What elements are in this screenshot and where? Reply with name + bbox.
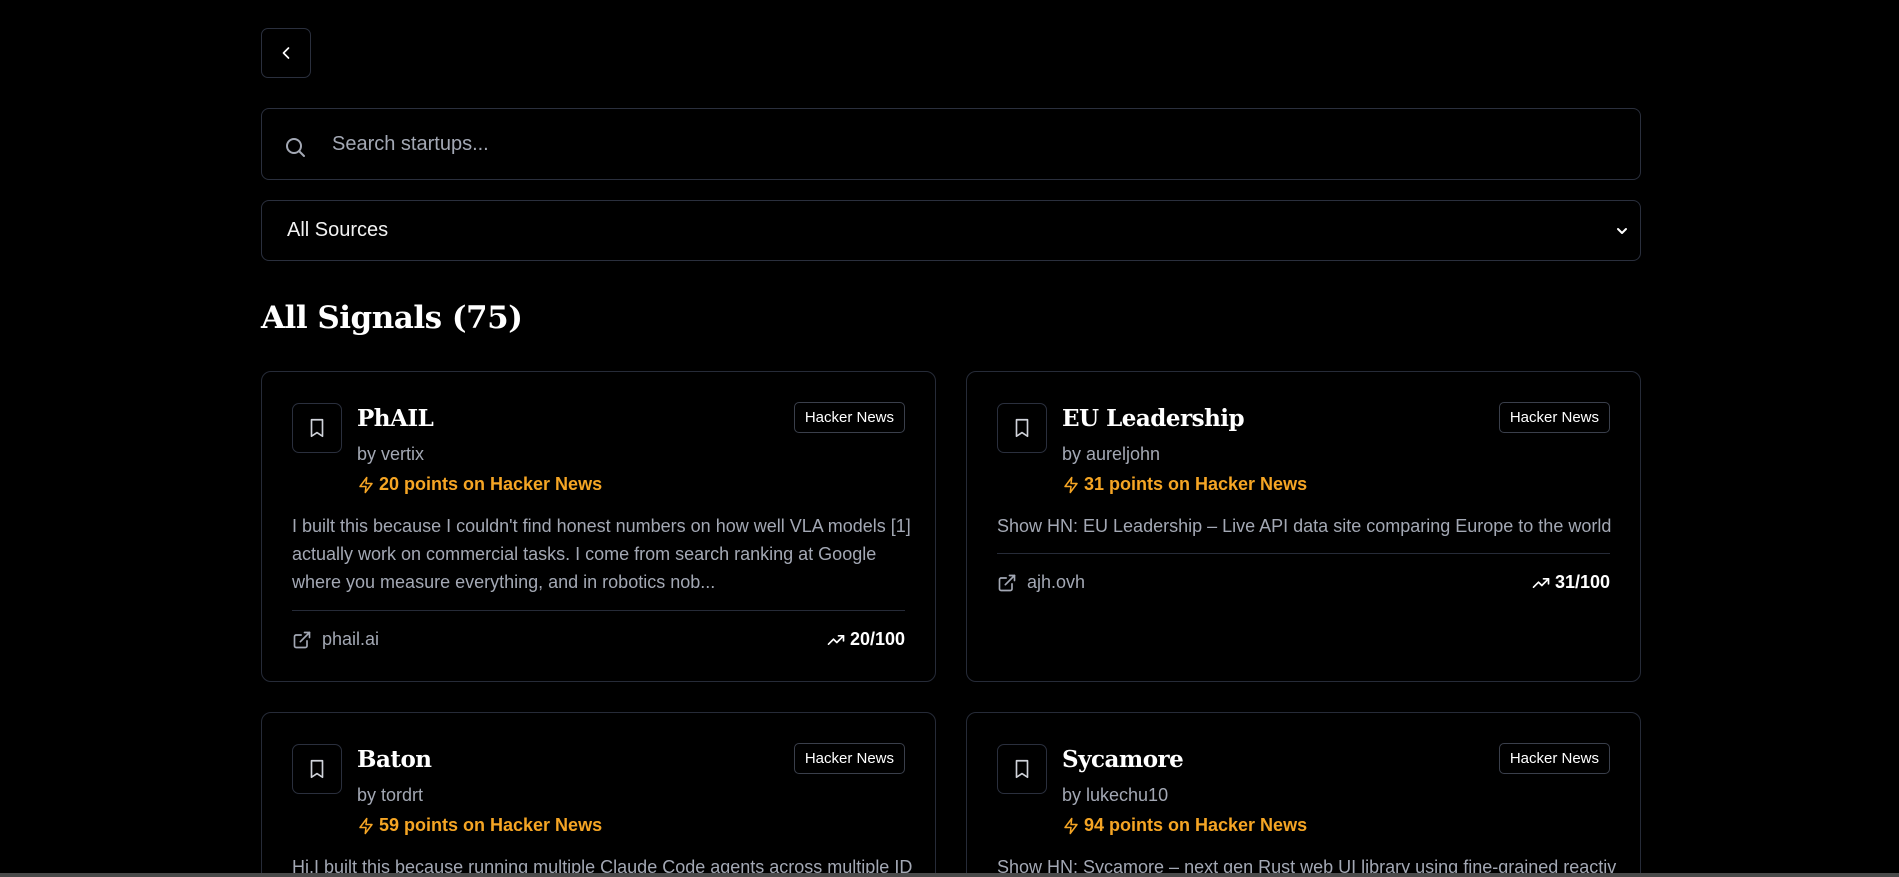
author-name: lukechu10	[1086, 785, 1169, 805]
card-author: by vertix	[357, 444, 424, 465]
card-description: Show HN: EU Leadership – Live API data s…	[997, 516, 1612, 536]
points-text: 94 points on Hacker News	[1084, 815, 1308, 835]
chevron-down-icon	[1617, 228, 1627, 234]
startup-card[interactable]: EU Leadership Hacker News by aureljohn 31…	[966, 371, 1641, 682]
source-badge: Hacker News	[793, 402, 905, 433]
bookmark-icon	[310, 418, 324, 438]
points-line: 20 points on Hacker News	[357, 474, 602, 495]
score: 31/100	[1531, 572, 1610, 593]
lightning-icon	[1064, 817, 1078, 834]
source-badge: Hacker News	[793, 743, 905, 774]
card-title[interactable]: EU Leadership	[1062, 405, 1245, 432]
website-domain: phail.ai	[322, 629, 380, 649]
section-title: All Signals (75)	[261, 300, 523, 336]
website-link[interactable]: phail.ai	[292, 629, 379, 650]
trending-up-icon	[827, 634, 845, 645]
points-text: 59 points on Hacker News	[379, 815, 603, 835]
points-text: 20 points on Hacker News	[379, 474, 603, 494]
website-link[interactable]: ajh.ovh	[997, 572, 1085, 593]
points-line: 59 points on Hacker News	[357, 815, 602, 836]
bookmark-icon	[1015, 418, 1029, 438]
source-badge: Hacker News	[1498, 402, 1610, 433]
by-label: by	[1062, 444, 1082, 464]
author-name: tordrt	[381, 785, 424, 805]
author-name: vertix	[381, 444, 425, 464]
author-name: aureljohn	[1086, 444, 1161, 464]
search-icon	[286, 138, 305, 157]
score-value: 20/100	[849, 629, 905, 649]
source-filter-value: All Sources	[287, 219, 389, 241]
card-title[interactable]: PhAIL	[357, 405, 434, 432]
back-button[interactable]	[261, 28, 311, 78]
points-line: 31 points on Hacker News	[1062, 474, 1307, 495]
score: 20/100	[826, 629, 905, 650]
search-input[interactable]	[332, 109, 1622, 179]
startup-card[interactable]: PhAIL Hacker News by vertix 20 points on …	[261, 371, 936, 682]
card-author: by lukechu10	[1062, 785, 1168, 806]
website-domain: ajh.ovh	[1027, 572, 1086, 592]
bookmark-button[interactable]	[292, 744, 342, 794]
external-link-icon	[998, 574, 1016, 591]
bookmark-button[interactable]	[997, 744, 1047, 794]
lightning-icon	[359, 476, 373, 493]
lightning-icon	[1064, 476, 1078, 493]
search-box	[261, 108, 1641, 180]
bookmark-button[interactable]	[997, 403, 1047, 453]
card-title[interactable]: Baton	[357, 746, 432, 773]
card-title[interactable]: Sycamore	[1062, 746, 1184, 773]
card-description: I built this because I couldn't find hon…	[292, 516, 911, 592]
points-text: 31 points on Hacker News	[1084, 474, 1308, 494]
bookmark-icon	[310, 759, 324, 779]
card-author: by aureljohn	[1062, 444, 1160, 465]
source-filter-select[interactable]: All Sources	[261, 200, 1641, 261]
by-label: by	[357, 444, 377, 464]
points-line: 94 points on Hacker News	[1062, 815, 1307, 836]
card-author: by tordrt	[357, 785, 423, 806]
chevron-left-icon	[282, 47, 290, 59]
trending-up-icon	[1532, 577, 1550, 588]
card-divider	[292, 610, 905, 611]
startup-card[interactable]: Baton Hacker News by tordrt 59 points on …	[261, 712, 936, 877]
bookmark-icon	[1015, 759, 1029, 779]
source-badge: Hacker News	[1498, 743, 1610, 774]
external-link-icon	[293, 631, 311, 648]
card-divider	[997, 553, 1610, 554]
score-value: 31/100	[1554, 572, 1610, 592]
by-label: by	[1062, 785, 1082, 805]
bookmark-button[interactable]	[292, 403, 342, 453]
by-label: by	[357, 785, 377, 805]
startup-card[interactable]: Sycamore Hacker News by lukechu10 94 poin…	[966, 712, 1641, 877]
horizontal-scrollbar[interactable]	[0, 873, 1899, 877]
lightning-icon	[359, 817, 373, 834]
